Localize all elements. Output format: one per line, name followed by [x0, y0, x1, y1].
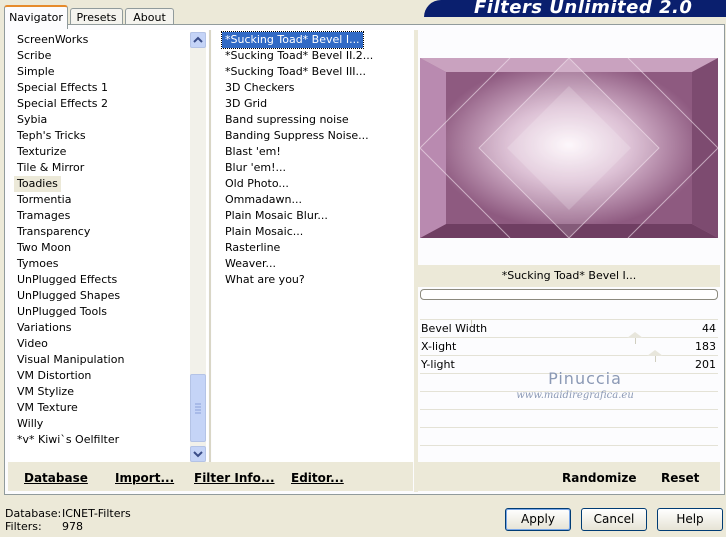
param-empty-row: [420, 302, 718, 320]
slider-pointer-icon: [627, 332, 643, 338]
filters-count-label: Filters:: [5, 520, 42, 533]
help-button[interactable]: Help: [657, 508, 723, 531]
category-item[interactable]: UnPlugged Shapes: [14, 288, 124, 304]
preview-image: [419, 57, 719, 239]
category-item[interactable]: Transparency: [14, 224, 124, 240]
filter-item[interactable]: Rasterline: [222, 240, 373, 256]
category-item[interactable]: Scribe: [14, 48, 124, 64]
right-action-bar: Randomize Reset: [418, 462, 720, 491]
slider-pointer-icon: [647, 350, 663, 356]
category-item[interactable]: ScreenWorks: [14, 32, 124, 48]
scroll-down-button[interactable]: [190, 446, 206, 462]
database-button[interactable]: Database: [24, 471, 88, 485]
scroll-thumb[interactable]: [190, 374, 206, 442]
category-item[interactable]: Variations: [14, 320, 124, 336]
filter-item[interactable]: Band supressing noise: [222, 112, 373, 128]
filter-item[interactable]: *Sucking Toad* Bevel II.2...: [222, 48, 373, 64]
category-item[interactable]: Tymoes: [14, 256, 124, 272]
filter-item[interactable]: 3D Checkers: [222, 80, 373, 96]
editor-button[interactable]: Editor...: [291, 471, 344, 485]
filter-item[interactable]: 3D Grid: [222, 96, 373, 112]
tab-navigator[interactable]: Navigator: [4, 5, 68, 29]
chevron-up-icon: [193, 36, 203, 43]
filter-item[interactable]: *Sucking Toad* Bevel III...: [222, 64, 373, 80]
app-title: Filters Unlimited 2.0: [474, 0, 693, 17]
filter-item[interactable]: Plain Mosaic...: [222, 224, 373, 240]
database-label: Database:: [5, 507, 62, 520]
param-empty-row: [420, 410, 718, 428]
filters-count-value: 978: [62, 520, 83, 533]
selected-filter-title: *Sucking Toad* Bevel I...: [418, 265, 720, 287]
database-value: ICNET-Filters: [62, 507, 131, 520]
category-list: ScreenWorks Scribe Simple Special Effects 1…: [14, 32, 124, 448]
param-empty-row: [420, 428, 718, 446]
param-level-marker: [655, 356, 656, 362]
chevron-down-icon: [193, 451, 203, 458]
filter-item[interactable]: Blur 'em!...: [222, 160, 373, 176]
divider: [209, 30, 211, 462]
category-item[interactable]: Special Effects 1: [14, 80, 124, 96]
cancel-button[interactable]: Cancel: [581, 508, 647, 531]
filter-item[interactable]: Ommadawn...: [222, 192, 373, 208]
filter-item[interactable]: Weaver...: [222, 256, 373, 272]
category-item[interactable]: Teph's Tricks: [14, 128, 124, 144]
category-item[interactable]: UnPlugged Effects: [14, 272, 124, 288]
filter-item[interactable]: Old Photo...: [222, 176, 373, 192]
filter-item[interactable]: What are you?: [222, 272, 373, 288]
watermark-name: Pinuccia: [548, 369, 622, 388]
param-level-marker: [635, 338, 636, 344]
param-value: 183: [695, 340, 716, 353]
category-item[interactable]: Willy: [14, 416, 124, 432]
category-item[interactable]: Two Moon: [14, 240, 124, 256]
filter-item[interactable]: *Sucking Toad* Bevel I...: [221, 31, 364, 49]
category-item[interactable]: Toadies: [14, 176, 61, 192]
scroll-up-button[interactable]: [190, 32, 206, 48]
category-item[interactable]: Tormentia: [14, 192, 124, 208]
filter-item[interactable]: Blast 'em!: [222, 144, 373, 160]
category-item[interactable]: Special Effects 2: [14, 96, 124, 112]
category-item[interactable]: Tramages: [14, 208, 124, 224]
category-item[interactable]: *v* Kiwi`s Oelfilter: [14, 432, 124, 448]
filter-item[interactable]: Banding Suppress Noise...: [222, 128, 373, 144]
category-item[interactable]: Visual Manipulation: [14, 352, 124, 368]
apply-button[interactable]: Apply: [505, 508, 571, 531]
category-item[interactable]: VM Stylize: [14, 384, 124, 400]
category-item[interactable]: Video: [14, 336, 124, 352]
reset-button[interactable]: Reset: [661, 471, 699, 485]
category-item[interactable]: UnPlugged Tools: [14, 304, 124, 320]
grip-icon: [195, 403, 201, 414]
category-item[interactable]: Simple: [14, 64, 124, 80]
category-item[interactable]: Sybia: [14, 112, 124, 128]
param-value: 201: [695, 358, 716, 371]
left-action-bar: Database Import... Filter Info... Editor…: [8, 462, 413, 491]
category-item[interactable]: VM Texture: [14, 400, 124, 416]
filter-item[interactable]: Plain Mosaic Blur...: [222, 208, 373, 224]
category-item[interactable]: VM Distortion: [14, 368, 124, 384]
param-row[interactable]: Bevel Width 44: [420, 320, 718, 338]
param-value: 44: [702, 322, 716, 335]
progress-bar: [420, 289, 718, 300]
app-banner: Filters Unlimited 2.0: [424, 0, 726, 17]
watermark-site: www.maidiregrafica.eu: [516, 390, 634, 401]
param-name: X-light: [421, 340, 457, 353]
category-item[interactable]: Tile & Mirror: [14, 160, 124, 176]
param-name: Y-light: [421, 358, 455, 371]
category-scrollbar[interactable]: [190, 32, 206, 462]
filter-info-button[interactable]: Filter Info...: [194, 471, 275, 485]
import-button[interactable]: Import...: [115, 471, 174, 485]
filter-list: *Sucking Toad* Bevel I... *Sucking Toad* …: [221, 31, 373, 288]
param-name: Bevel Width: [421, 322, 488, 335]
randomize-button[interactable]: Randomize: [562, 471, 636, 485]
param-row[interactable]: X-light 183: [420, 338, 718, 356]
category-item[interactable]: Texturize: [14, 144, 124, 160]
